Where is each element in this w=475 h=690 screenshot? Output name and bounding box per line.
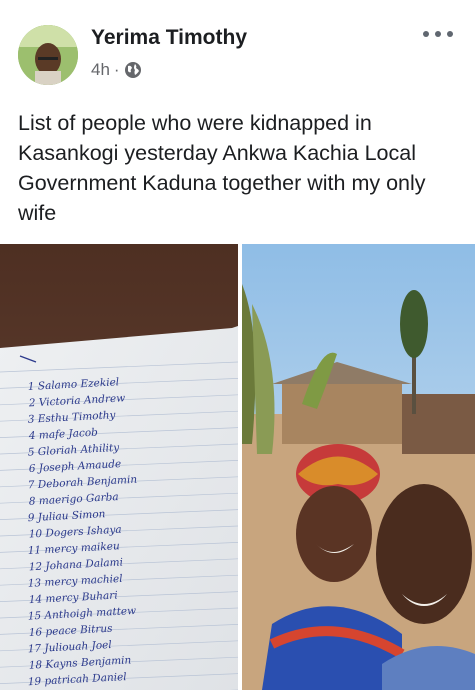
post-meta: 4h ·: [91, 60, 142, 80]
more-options-icon[interactable]: [423, 22, 453, 46]
photo-grid: 1 Salamo Ezekiel 2 Victoria Andrew 3 Esthu…: [0, 244, 475, 690]
more-dot: [435, 31, 441, 37]
globe-icon[interactable]: [124, 61, 142, 79]
more-dot: [423, 31, 429, 37]
handwritten-list-photo[interactable]: 1 Salamo Ezekiel 2 Victoria Andrew 3 Esthu…: [0, 244, 238, 690]
more-dot: [447, 31, 453, 37]
post-time[interactable]: 4h: [91, 60, 110, 80]
post-text: List of people who were kidnapped in Kas…: [18, 111, 426, 225]
meta-separator: ·: [113, 60, 120, 79]
post-header: Yerima Timothy 4h ·: [0, 0, 475, 100]
author-name[interactable]: Yerima Timothy: [91, 26, 247, 50]
selfie-photo[interactable]: [242, 244, 475, 690]
avatar[interactable]: [18, 25, 78, 85]
